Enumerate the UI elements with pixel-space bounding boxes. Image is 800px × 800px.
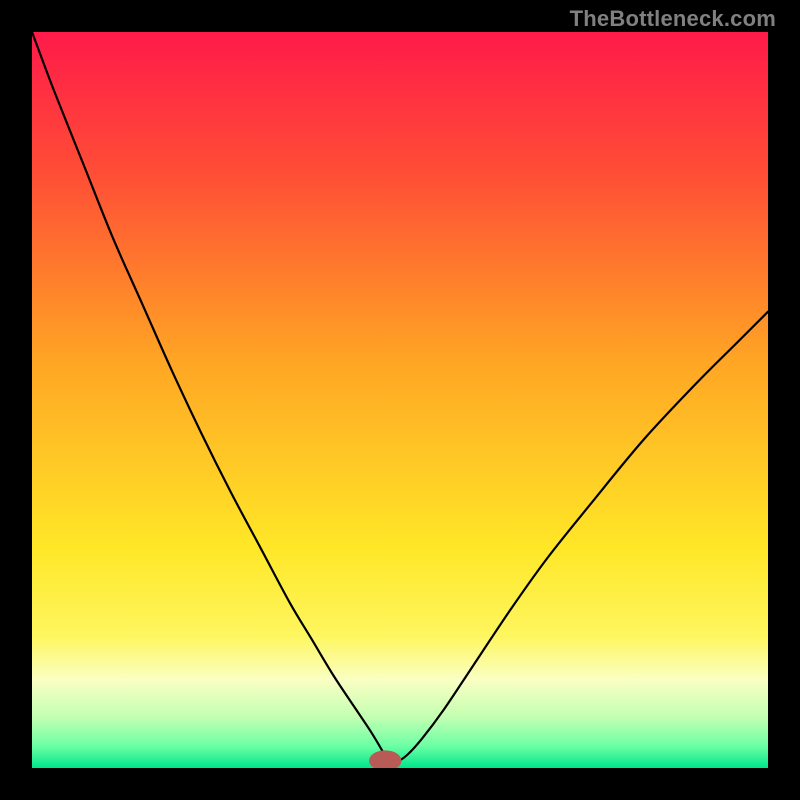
plot-area: [32, 32, 768, 768]
chart-frame: TheBottleneck.com: [0, 0, 800, 800]
watermark-text: TheBottleneck.com: [570, 6, 776, 32]
gradient-background: [32, 32, 768, 768]
chart-svg: [32, 32, 768, 768]
